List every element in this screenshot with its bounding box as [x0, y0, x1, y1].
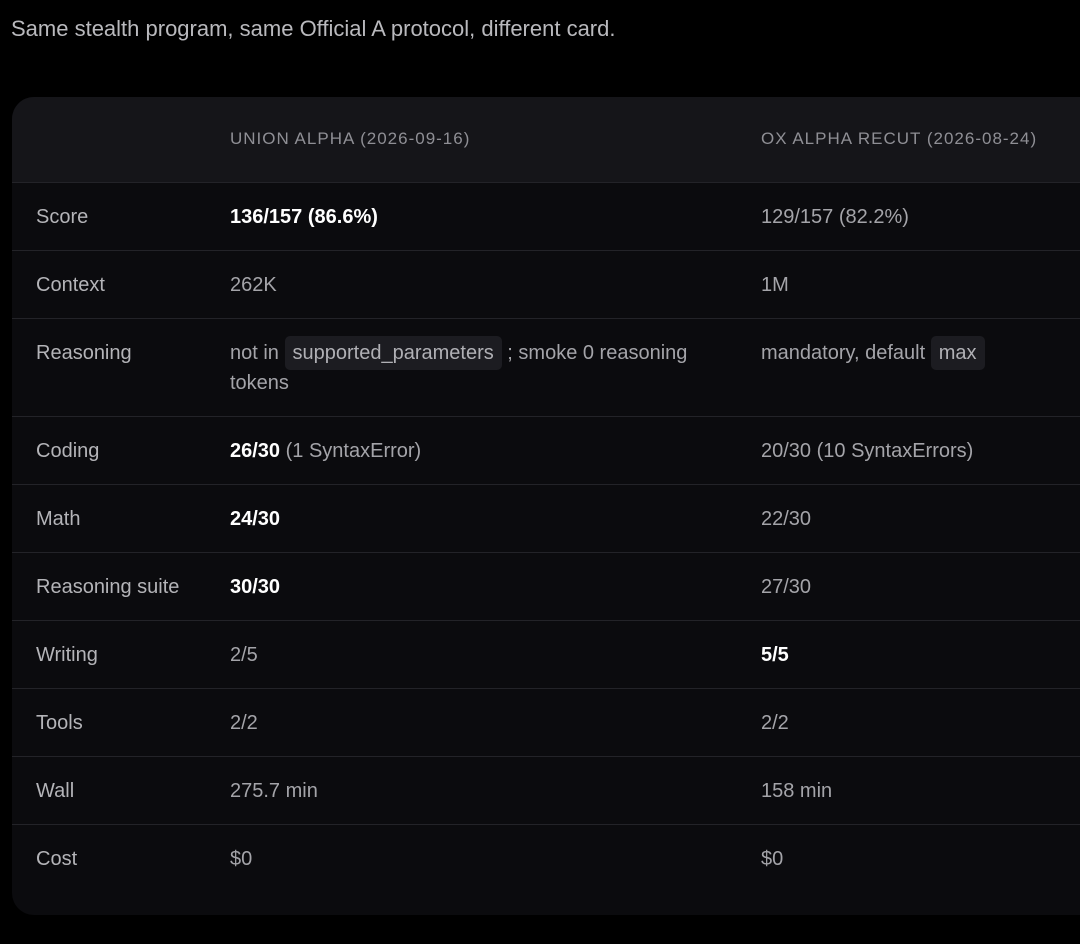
table-row: Math 24/30 22/30 — [12, 484, 1080, 552]
row-label-writing: Writing — [36, 643, 98, 666]
table-row: Score 136/157 (86.6%) 129/157 (82.2%) — [12, 182, 1080, 250]
cell-union-reasoning: not in supported_parameters ; smoke 0 re… — [205, 318, 761, 416]
comparison-card: UNION ALPHA (2026-09-16) OX ALPHA RECUT … — [12, 97, 1080, 915]
header-union-alpha: UNION ALPHA (2026-09-16) — [205, 97, 761, 183]
cell-text: mandatory, default — [761, 341, 926, 364]
inline-code: max — [930, 335, 985, 370]
cell-union-tools: 2/2 — [230, 711, 258, 734]
cell-union-context: 262K — [230, 273, 277, 296]
row-label-reasoning-suite: Reasoning suite — [36, 575, 180, 598]
header-empty-cell — [12, 97, 205, 183]
comparison-table: UNION ALPHA (2026-09-16) OX ALPHA RECUT … — [12, 97, 1080, 892]
table-header-row: UNION ALPHA (2026-09-16) OX ALPHA RECUT … — [12, 97, 1080, 183]
cell-value-strong: 136/157 (86.6%) — [230, 205, 378, 228]
cell-text: (1 SyntaxError) — [280, 439, 422, 462]
cell-ox-context: 1M — [761, 273, 789, 296]
table-row: Tools 2/2 2/2 — [12, 688, 1080, 756]
cell-union-cost: $0 — [230, 847, 253, 870]
cell-value-strong: 26/30 — [230, 439, 281, 462]
cell-ox-reasoning: mandatory, default max — [761, 318, 1080, 416]
row-label-reasoning: Reasoning — [36, 341, 132, 364]
row-label-cost: Cost — [36, 847, 78, 870]
row-label-wall: Wall — [36, 779, 75, 802]
cell-value-strong: 30/30 — [230, 575, 281, 598]
table-row: Cost $0 $0 — [12, 824, 1080, 892]
table-row: Context 262K 1M — [12, 250, 1080, 318]
cell-ox-score: 129/157 (82.2%) — [761, 205, 909, 228]
table-row: Coding 26/30 (1 SyntaxError) 20/30 (10 S… — [12, 416, 1080, 484]
table-row: Writing 2/5 5/5 — [12, 620, 1080, 688]
cell-union-writing: 2/5 — [230, 643, 258, 666]
inline-code: supported_parameters — [284, 335, 502, 370]
cell-ox-wall: 158 min — [761, 779, 833, 802]
cell-text: not in — [230, 341, 279, 364]
table-row: Reasoning suite 30/30 27/30 — [12, 552, 1080, 620]
table-row: Reasoning not in supported_parameters ; … — [12, 318, 1080, 416]
header-ox-alpha-recut: OX ALPHA RECUT (2026-08-24) — [761, 97, 1080, 183]
cell-value-strong: 5/5 — [761, 643, 789, 666]
cell-ox-coding: 20/30 (10 SyntaxErrors) — [761, 439, 974, 462]
cell-union-score: 136/157 (86.6%) — [205, 182, 761, 250]
cell-union-reasoning-suite: 30/30 — [205, 552, 761, 620]
cell-ox-math: 22/30 — [761, 507, 812, 530]
row-label-context: Context — [36, 273, 105, 296]
table-row: Wall 275.7 min 158 min — [12, 756, 1080, 824]
row-label-math: Math — [36, 507, 81, 530]
cell-ox-cost: $0 — [761, 847, 784, 870]
cell-ox-reasoning-suite: 27/30 — [761, 575, 812, 598]
row-label-tools: Tools — [36, 711, 83, 734]
cell-union-wall: 275.7 min — [230, 779, 318, 802]
cell-union-coding: 26/30 (1 SyntaxError) — [205, 416, 761, 484]
row-label-score: Score — [36, 205, 89, 228]
row-label-coding: Coding — [36, 439, 100, 462]
cell-union-math: 24/30 — [205, 484, 761, 552]
cell-value-strong: 24/30 — [230, 507, 281, 530]
cell-ox-writing: 5/5 — [761, 620, 1080, 688]
cell-ox-tools: 2/2 — [761, 711, 789, 734]
intro-text: Same stealth program, same Official A pr… — [11, 16, 616, 41]
